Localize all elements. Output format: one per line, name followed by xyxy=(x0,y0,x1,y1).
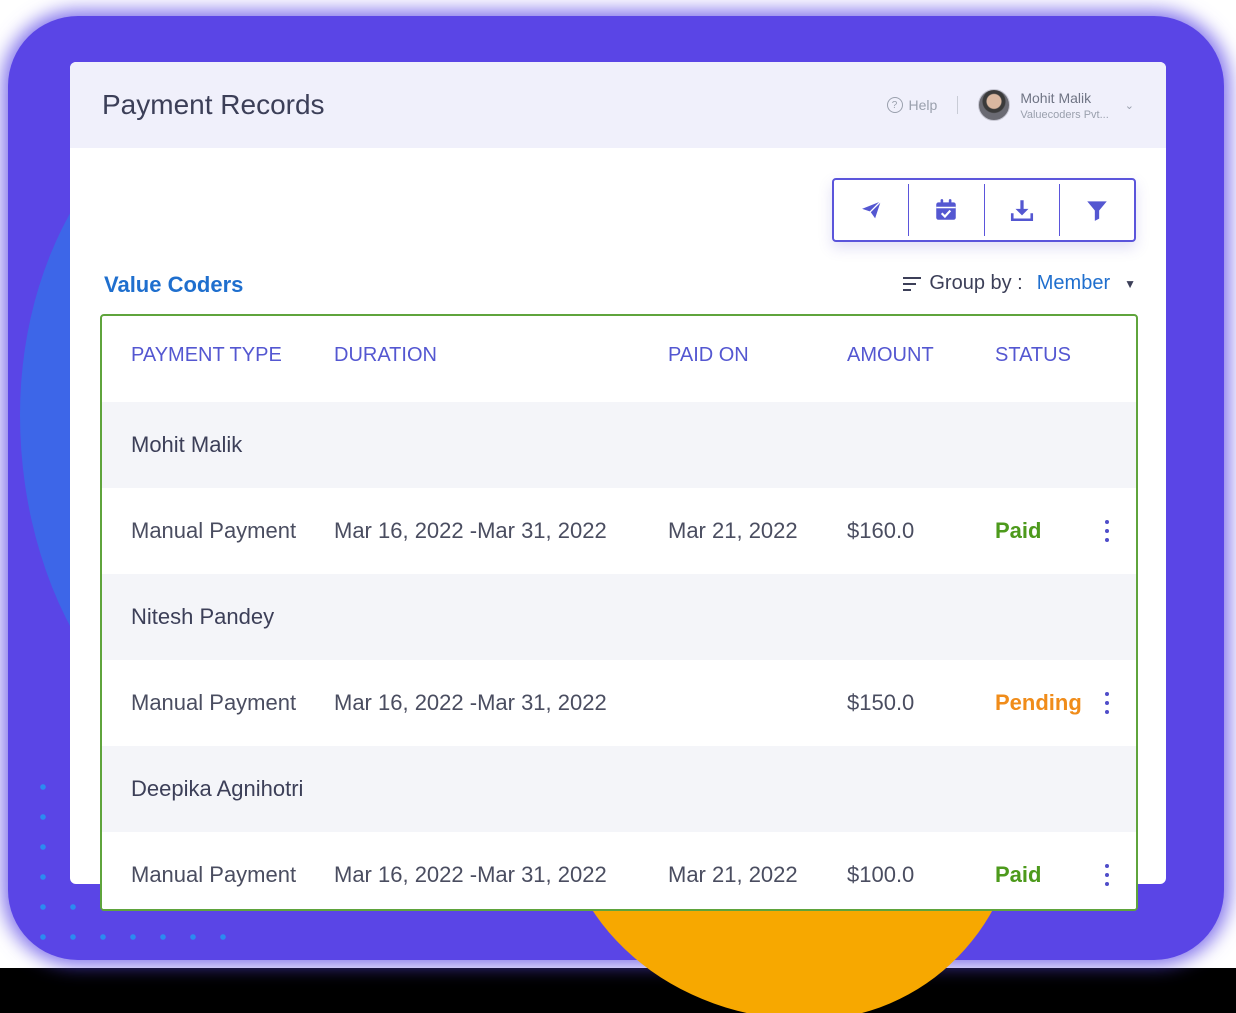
card-header: Payment Records ? Help Mohit Malik Value… xyxy=(70,62,1166,148)
member-name: Mohit Malik xyxy=(131,432,243,457)
amount-cell: $150.0 xyxy=(847,690,915,715)
filter-button[interactable] xyxy=(1060,184,1134,236)
amount-cell: $100.0 xyxy=(847,862,915,887)
column-header-status[interactable]: STATUS xyxy=(995,344,1071,367)
column-header-payment-type[interactable]: PAYMENT TYPE xyxy=(131,344,282,367)
more-options-icon[interactable] xyxy=(1102,864,1112,886)
column-header-paid-on[interactable]: PAID ON xyxy=(668,344,749,367)
download-icon xyxy=(1010,200,1033,222)
group-row: Nitesh Pandey xyxy=(102,574,1136,660)
chevron-down-icon: ⌄ xyxy=(1124,99,1134,112)
group-row: Deepika Agnihotri xyxy=(102,746,1136,832)
send-icon xyxy=(859,199,883,221)
payment-type-cell: Manual Payment xyxy=(131,690,297,715)
paid-on-cell: Mar 21, 2022 xyxy=(668,862,798,887)
table-row[interactable]: Manual Payment Mar 16, 2022 -Mar 31, 202… xyxy=(102,660,1136,746)
avatar xyxy=(978,89,1011,121)
payment-type-cell: Manual Payment xyxy=(131,862,297,887)
paid-on-cell: Mar 21, 2022 xyxy=(668,518,798,543)
caret-down-icon: ▼ xyxy=(1124,276,1136,291)
status-badge: Paid xyxy=(995,862,1042,887)
user-menu[interactable]: Mohit Malik Valuecoders Pvt... ⌄ xyxy=(978,89,1134,121)
download-button[interactable] xyxy=(985,184,1060,236)
help-icon: ? xyxy=(886,97,903,113)
sort-lines-icon xyxy=(903,276,922,291)
background-band xyxy=(0,968,1236,1013)
calendar-button[interactable] xyxy=(909,184,985,236)
table-row[interactable]: Manual Payment Mar 16, 2022 -Mar 31, 202… xyxy=(102,832,1136,909)
more-options-icon[interactable] xyxy=(1102,692,1112,714)
table-header: PAYMENT TYPE DURATION PAID ON AMOUNT STA… xyxy=(102,316,1136,402)
organization-title: Value Coders xyxy=(104,272,244,297)
action-toolbar xyxy=(832,178,1136,242)
payment-records-card: Payment Records ? Help Mohit Malik Value… xyxy=(70,62,1166,911)
send-button[interactable] xyxy=(834,184,910,236)
filter-icon xyxy=(1087,201,1107,221)
calendar-check-icon xyxy=(936,199,957,220)
group-by-selector[interactable]: Group by : Member ▼ xyxy=(903,272,1136,295)
table-row[interactable]: Manual Payment Mar 16, 2022 -Mar 31, 202… xyxy=(102,488,1136,574)
more-options-icon[interactable] xyxy=(1102,520,1112,542)
group-row: Mohit Malik xyxy=(102,402,1136,488)
duration-cell: Mar 16, 2022 -Mar 31, 2022 xyxy=(334,862,607,887)
payment-type-cell: Manual Payment xyxy=(131,518,297,543)
status-badge: Paid xyxy=(995,518,1042,543)
duration-cell: Mar 16, 2022 -Mar 31, 2022 xyxy=(334,518,607,543)
user-text: Mohit Malik Valuecoders Pvt... xyxy=(1020,90,1108,121)
duration-cell: Mar 16, 2022 -Mar 31, 2022 xyxy=(334,690,607,715)
group-by-value: Member xyxy=(1036,272,1111,294)
amount-cell: $160.0 xyxy=(847,518,915,543)
help-label: Help xyxy=(908,97,938,113)
payments-table: PAYMENT TYPE DURATION PAID ON AMOUNT STA… xyxy=(100,314,1138,911)
help-link[interactable]: ? Help xyxy=(886,97,938,113)
member-name: Nitesh Pandey xyxy=(131,604,275,629)
page-title: Payment Records xyxy=(102,89,325,120)
user-org: Valuecoders Pvt... xyxy=(1020,108,1109,121)
header-divider xyxy=(957,96,959,114)
user-name: Mohit Malik xyxy=(1020,89,1092,106)
column-header-duration[interactable]: DURATION xyxy=(334,344,437,367)
status-badge: Pending xyxy=(995,690,1082,715)
group-by-label: Group by : xyxy=(929,272,1023,294)
member-name: Deepika Agnihotri xyxy=(131,776,304,801)
column-header-amount[interactable]: AMOUNT xyxy=(847,344,934,367)
